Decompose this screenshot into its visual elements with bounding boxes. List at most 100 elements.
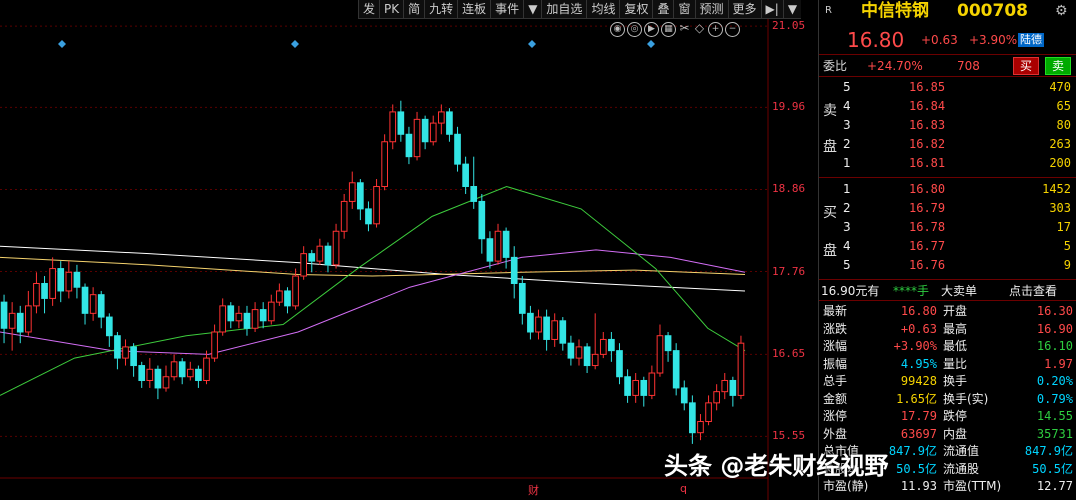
stat-label: 总手 — [823, 374, 848, 388]
candle-body — [89, 294, 97, 314]
weibi-row: 委比 +24.70% 708 买 卖 — [819, 57, 1076, 75]
order-volume: 263 — [1049, 137, 1071, 151]
order-price: 16.83 — [909, 118, 946, 132]
candle-body — [73, 271, 81, 288]
candle-body — [227, 305, 235, 322]
toolbar-item[interactable]: ▶| — [760, 0, 783, 18]
sell-button[interactable]: 卖 — [1045, 57, 1071, 75]
candle-body — [259, 309, 267, 322]
candle-body — [276, 290, 283, 303]
stat-value: 847.9亿 — [888, 444, 937, 458]
plus-icon[interactable]: + — [708, 22, 723, 37]
toolbar-item[interactable]: 发 — [358, 0, 379, 18]
order-book-row[interactable]: 2 16.82 263 — [819, 135, 1076, 153]
order-price: 16.84 — [909, 99, 946, 113]
stock-name: 中信特钢 — [861, 1, 929, 21]
stats-row: 涨幅 +3.90% 最低 16.10 — [819, 337, 1076, 355]
scissors-icon[interactable]: ✂ — [678, 22, 691, 35]
candle-body — [146, 368, 154, 381]
eye-off-icon[interactable]: ◎ — [627, 22, 642, 37]
stat-label: 最高 — [943, 321, 968, 336]
candle-body — [0, 301, 8, 329]
order-level: 4 — [843, 239, 851, 253]
toolbar-item[interactable]: ▼ — [782, 0, 801, 18]
order-level: 5 — [843, 80, 851, 94]
divider — [819, 300, 1076, 301]
candle-body — [454, 133, 461, 165]
candle-body — [502, 230, 510, 258]
toolbar-item[interactable]: 九转 — [424, 0, 457, 18]
play-icon[interactable]: ▶ — [644, 22, 659, 37]
eye-icon[interactable]: ◉ — [610, 22, 625, 37]
order-price: 16.76 — [909, 258, 946, 272]
candle-body — [340, 200, 348, 232]
price-tick-label: 17.76 — [772, 264, 806, 278]
order-book-row[interactable]: 1 16.80 1452 — [819, 180, 1076, 198]
order-book-row[interactable]: 3 16.78 17 — [819, 218, 1076, 236]
stat-value: 63697 — [900, 426, 937, 441]
stat-value: 17.79 — [900, 409, 937, 423]
order-book-row[interactable]: 4 16.84 65 — [819, 97, 1076, 115]
big-order-link[interactable]: 点击查看 — [1009, 282, 1057, 300]
toolbar-item[interactable]: 叠 — [652, 0, 673, 18]
event-marker — [58, 40, 66, 48]
toolbar-item[interactable]: 连板 — [457, 0, 490, 18]
stat-value: 0.20% — [1036, 374, 1073, 388]
minus-icon[interactable]: − — [725, 22, 740, 37]
settings-gear-icon[interactable]: ⚙ — [1055, 2, 1068, 20]
toolbar-item[interactable]: 简 — [403, 0, 424, 18]
chart-icon[interactable]: ▦ — [661, 22, 676, 37]
candle-body — [608, 338, 615, 352]
quote-panel: R 中信特钢 000708 ⚙ 16.80 +0.63 +3.90% 陆德 委比… — [818, 0, 1076, 500]
weibi-value: 708 — [957, 59, 980, 73]
toolbar-item[interactable]: ▼ — [523, 0, 541, 18]
order-price: 16.77 — [909, 239, 946, 253]
order-book-row[interactable]: 3 16.83 80 — [819, 116, 1076, 134]
stat-label: 换手 — [943, 374, 968, 388]
stats-row: 金额 1.65亿 换手(实) 0.79% — [819, 390, 1076, 408]
price-pct: +3.90% — [969, 33, 1018, 47]
toolbar-item[interactable]: 均线 — [586, 0, 619, 18]
kline-chart[interactable] — [0, 0, 770, 500]
sell-side-label-2: 盘 — [823, 139, 837, 155]
toolbar-item[interactable]: 事件 — [490, 0, 523, 18]
order-book-row[interactable]: 5 16.85 470 — [819, 78, 1076, 96]
candle-body — [170, 361, 178, 378]
chart-icon-row: ◉ ◎ ▶ ▦ ✂ ◇ + − — [610, 22, 740, 37]
exchange-tag[interactable]: 陆德 — [1018, 33, 1044, 47]
candle-body — [130, 346, 137, 367]
order-book-row[interactable]: 5 16.76 9 — [819, 256, 1076, 274]
order-level: 5 — [843, 258, 851, 272]
buy-side-label-2: 盘 — [823, 243, 837, 259]
divider — [819, 279, 1076, 280]
candle-body — [138, 365, 146, 381]
arrow-icon[interactable]: ◇ — [693, 22, 706, 35]
toolbar-item[interactable]: PK — [379, 0, 403, 18]
toolbar-item[interactable]: 加自选 — [541, 0, 586, 18]
toolbar-item[interactable]: 更多 — [727, 0, 761, 18]
weibi-label: 委比 — [823, 59, 848, 73]
big-order-stars: ****手 — [893, 284, 930, 298]
order-book-row[interactable]: 2 16.79 303 — [819, 199, 1076, 217]
toolbar-item[interactable]: 窗 — [673, 0, 694, 18]
order-book-row[interactable]: 1 16.81 200 — [819, 154, 1076, 172]
candle-body — [251, 309, 259, 329]
order-volume: 5 — [1063, 239, 1071, 253]
toolbar-item[interactable]: 预测 — [694, 0, 728, 18]
stat-value: 11.93 — [900, 479, 937, 493]
stat-label: 换手(实) — [943, 391, 989, 406]
stat-value: 16.30 — [1036, 304, 1073, 318]
candle-body — [65, 271, 73, 292]
order-book-row[interactable]: 4 16.77 5 — [819, 237, 1076, 255]
toolbar-item[interactable]: 复权 — [619, 0, 652, 18]
candle-body — [462, 163, 469, 188]
divider — [819, 76, 1076, 77]
order-level: 1 — [843, 182, 851, 196]
stat-label: 跌停 — [943, 409, 968, 423]
buy-button[interactable]: 买 — [1013, 57, 1039, 75]
sell-side-label-1: 卖 — [823, 103, 837, 119]
stat-value: +0.63 — [900, 321, 937, 336]
stat-value: 1.97 — [1044, 356, 1073, 371]
divider — [819, 177, 1076, 178]
candle-body — [551, 320, 559, 340]
